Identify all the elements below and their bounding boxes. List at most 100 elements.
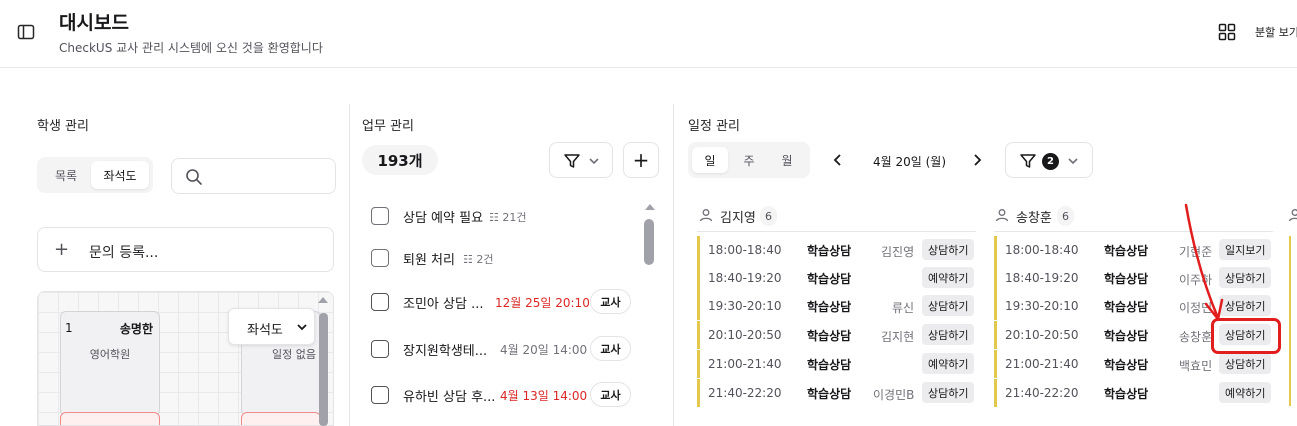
- slot-time: 18:00-18:40: [1005, 243, 1079, 257]
- task-checkbox[interactable]: [371, 207, 389, 225]
- schedule-slot[interactable]: 21:40-22:20 학습상담 예약하기: [994, 379, 1274, 407]
- chevron-down-icon: [1068, 158, 1078, 165]
- chevron-right-icon[interactable]: [970, 152, 984, 168]
- slot-kind: 학습상담: [807, 387, 852, 401]
- slot-action-button[interactable]: 상담하기: [1219, 353, 1272, 374]
- teacher-name: 송창훈: [1016, 211, 1052, 226]
- slot-action-button[interactable]: 상담하기: [922, 382, 975, 403]
- tab-month[interactable]: 월: [769, 147, 805, 173]
- slot-action-button[interactable]: 상담하기: [922, 324, 975, 345]
- seat-card[interactable]: 1 송명한 영어학원: [60, 311, 160, 416]
- panel-divider: [349, 104, 350, 426]
- split-view-button[interactable]: 분할 보기: [1255, 24, 1297, 40]
- slot-kind: 학습상담: [1104, 300, 1149, 314]
- task-scroll-thumb[interactable]: [644, 219, 654, 265]
- slot-action-button[interactable]: 예약하기: [922, 267, 975, 288]
- filter-count-badge: 2: [1042, 153, 1059, 170]
- list-check-icon: ☷: [489, 211, 503, 224]
- schedule-filter-button[interactable]: 2: [1005, 142, 1093, 178]
- page-subtitle: CheckUS 교사 관리 시스템에 오신 것을 환영합니다: [59, 41, 323, 55]
- add-task-button[interactable]: +: [623, 142, 659, 178]
- slot-time: 20:10-20:50: [708, 328, 782, 342]
- schedule-slot[interactable]: 20:10-20:50 학습상담 김지현 상담하기: [697, 321, 977, 349]
- task-due-date: 12월 25일 20:10: [495, 296, 590, 310]
- tasks-section-title: 업무 관리: [362, 119, 414, 134]
- task-filter-button[interactable]: [549, 142, 613, 178]
- slot-time: 18:40-19:20: [708, 271, 782, 285]
- schedule-slot[interactable]: 21:40-22:20 학습상담 이경민B 상담하기: [697, 379, 977, 407]
- tab-day[interactable]: 일: [692, 147, 728, 173]
- slot-action-button[interactable]: 상담하기: [922, 239, 975, 260]
- slot-kind: 학습상담: [807, 358, 852, 372]
- slot-time: 18:00-18:40: [708, 243, 782, 257]
- seat-layout-select[interactable]: 좌석도: [228, 308, 315, 345]
- panel-divider: [673, 104, 674, 426]
- task-name: 퇴원 처리: [403, 253, 455, 268]
- scroll-up-icon[interactable]: [316, 295, 330, 305]
- schedule-slot[interactable]: 18:00-18:40 학습상담 김진영 상담하기: [697, 236, 977, 264]
- user-icon: [1288, 209, 1297, 222]
- slot-kind: 학습상담: [1104, 272, 1149, 286]
- slot-kind: 학습상담: [1104, 358, 1149, 372]
- role-badge: 교사: [590, 289, 631, 314]
- task-due-date: 4월 13일 14:00: [500, 389, 588, 403]
- slot-action-button[interactable]: 예약하기: [1219, 382, 1272, 403]
- slot-action-button[interactable]: 상담하기: [922, 295, 975, 316]
- schedule-slot[interactable]: 19:30-20:10 학습상담 이정민 상담하기: [994, 292, 1274, 320]
- slot-student: 류신: [892, 301, 915, 315]
- tab-list[interactable]: 목록: [41, 161, 91, 189]
- student-search-input[interactable]: [171, 158, 336, 194]
- sidebar-toggle-icon[interactable]: [16, 22, 36, 42]
- slot-time: 21:00-21:40: [1005, 357, 1079, 371]
- task-item[interactable]: 유하빈 상담 후... 4월 13일 14:00 교사: [371, 382, 636, 407]
- task-subcount: ☷ 21건: [489, 211, 527, 224]
- schedule-slot[interactable]: 21:00-21:40 학습상담 예약하기: [697, 350, 977, 378]
- task-item[interactable]: 퇴원 처리 ☷ 2건: [371, 248, 636, 268]
- search-icon: [186, 169, 202, 185]
- task-name: 조민아 상담 ...: [403, 297, 484, 312]
- task-checkbox[interactable]: [371, 249, 389, 267]
- slot-kind: 학습상담: [807, 329, 852, 343]
- seat-scroll-thumb[interactable]: [319, 313, 328, 426]
- tab-seat-map[interactable]: 좌석도: [91, 161, 149, 189]
- schedule-slot[interactable]: 18:40-19:20 학습상담 이주하 상담하기: [994, 264, 1274, 292]
- add-inquiry-button[interactable]: + 문의 등록...: [37, 227, 334, 272]
- teacher-name: 김지영: [720, 211, 756, 226]
- tab-week[interactable]: 주: [731, 147, 767, 173]
- add-inquiry-label: 문의 등록...: [89, 245, 159, 261]
- seat-card[interactable]: [241, 412, 321, 425]
- task-due-date: 4월 20일 14:00: [500, 343, 588, 357]
- task-checkbox[interactable]: [371, 386, 389, 404]
- task-name: 유하빈 상담 후...: [403, 390, 496, 405]
- chevron-left-icon[interactable]: [831, 152, 845, 168]
- slot-time: 20:10-20:50: [1005, 328, 1079, 342]
- task-item[interactable]: 상담 예약 필요 ☷ 21건: [371, 206, 636, 226]
- seat-number: 1: [65, 321, 73, 335]
- students-section-title: 학생 관리: [37, 119, 89, 134]
- teacher-slot-count: 6: [1057, 206, 1074, 226]
- grid-icon[interactable]: [1218, 23, 1236, 41]
- user-icon: [995, 209, 1009, 222]
- schedule-slot[interactable]: 21:00-21:40 학습상담 백효민 상담하기: [994, 350, 1274, 378]
- slot-student: 백효민: [1179, 359, 1213, 373]
- seat-card[interactable]: [60, 412, 160, 425]
- slot-time: 18:40-19:20: [1005, 271, 1079, 285]
- slot-time: 21:00-21:40: [708, 357, 782, 371]
- schedule-slot[interactable]: 18:00-18:40 학습상담 기현준 일지보기: [994, 236, 1274, 264]
- annotation-arrow-icon: [1184, 203, 1224, 321]
- task-item[interactable]: 조민아 상담 ... 12월 25일 20:10 교사: [371, 289, 636, 314]
- schedule-slot-edge: [1289, 236, 1291, 406]
- page-title: 대시보드: [59, 12, 129, 34]
- scroll-up-icon[interactable]: [643, 202, 657, 212]
- chevron-down-icon: [589, 158, 599, 165]
- schedule-slot[interactable]: 18:40-19:20 학습상담 예약하기: [697, 264, 977, 292]
- slot-kind: 학습상담: [807, 300, 852, 314]
- task-checkbox[interactable]: [371, 340, 389, 358]
- schedule-slot[interactable]: 19:30-20:10 학습상담 류신 상담하기: [697, 292, 977, 320]
- filter-icon: [564, 154, 580, 168]
- task-checkbox[interactable]: [371, 293, 389, 311]
- task-count-badge: 193개: [362, 145, 438, 175]
- slot-action-button[interactable]: 예약하기: [922, 353, 975, 374]
- teacher-divider: [697, 231, 976, 232]
- task-item[interactable]: 장지원학생테... 4월 20일 14:00 교사: [371, 336, 636, 361]
